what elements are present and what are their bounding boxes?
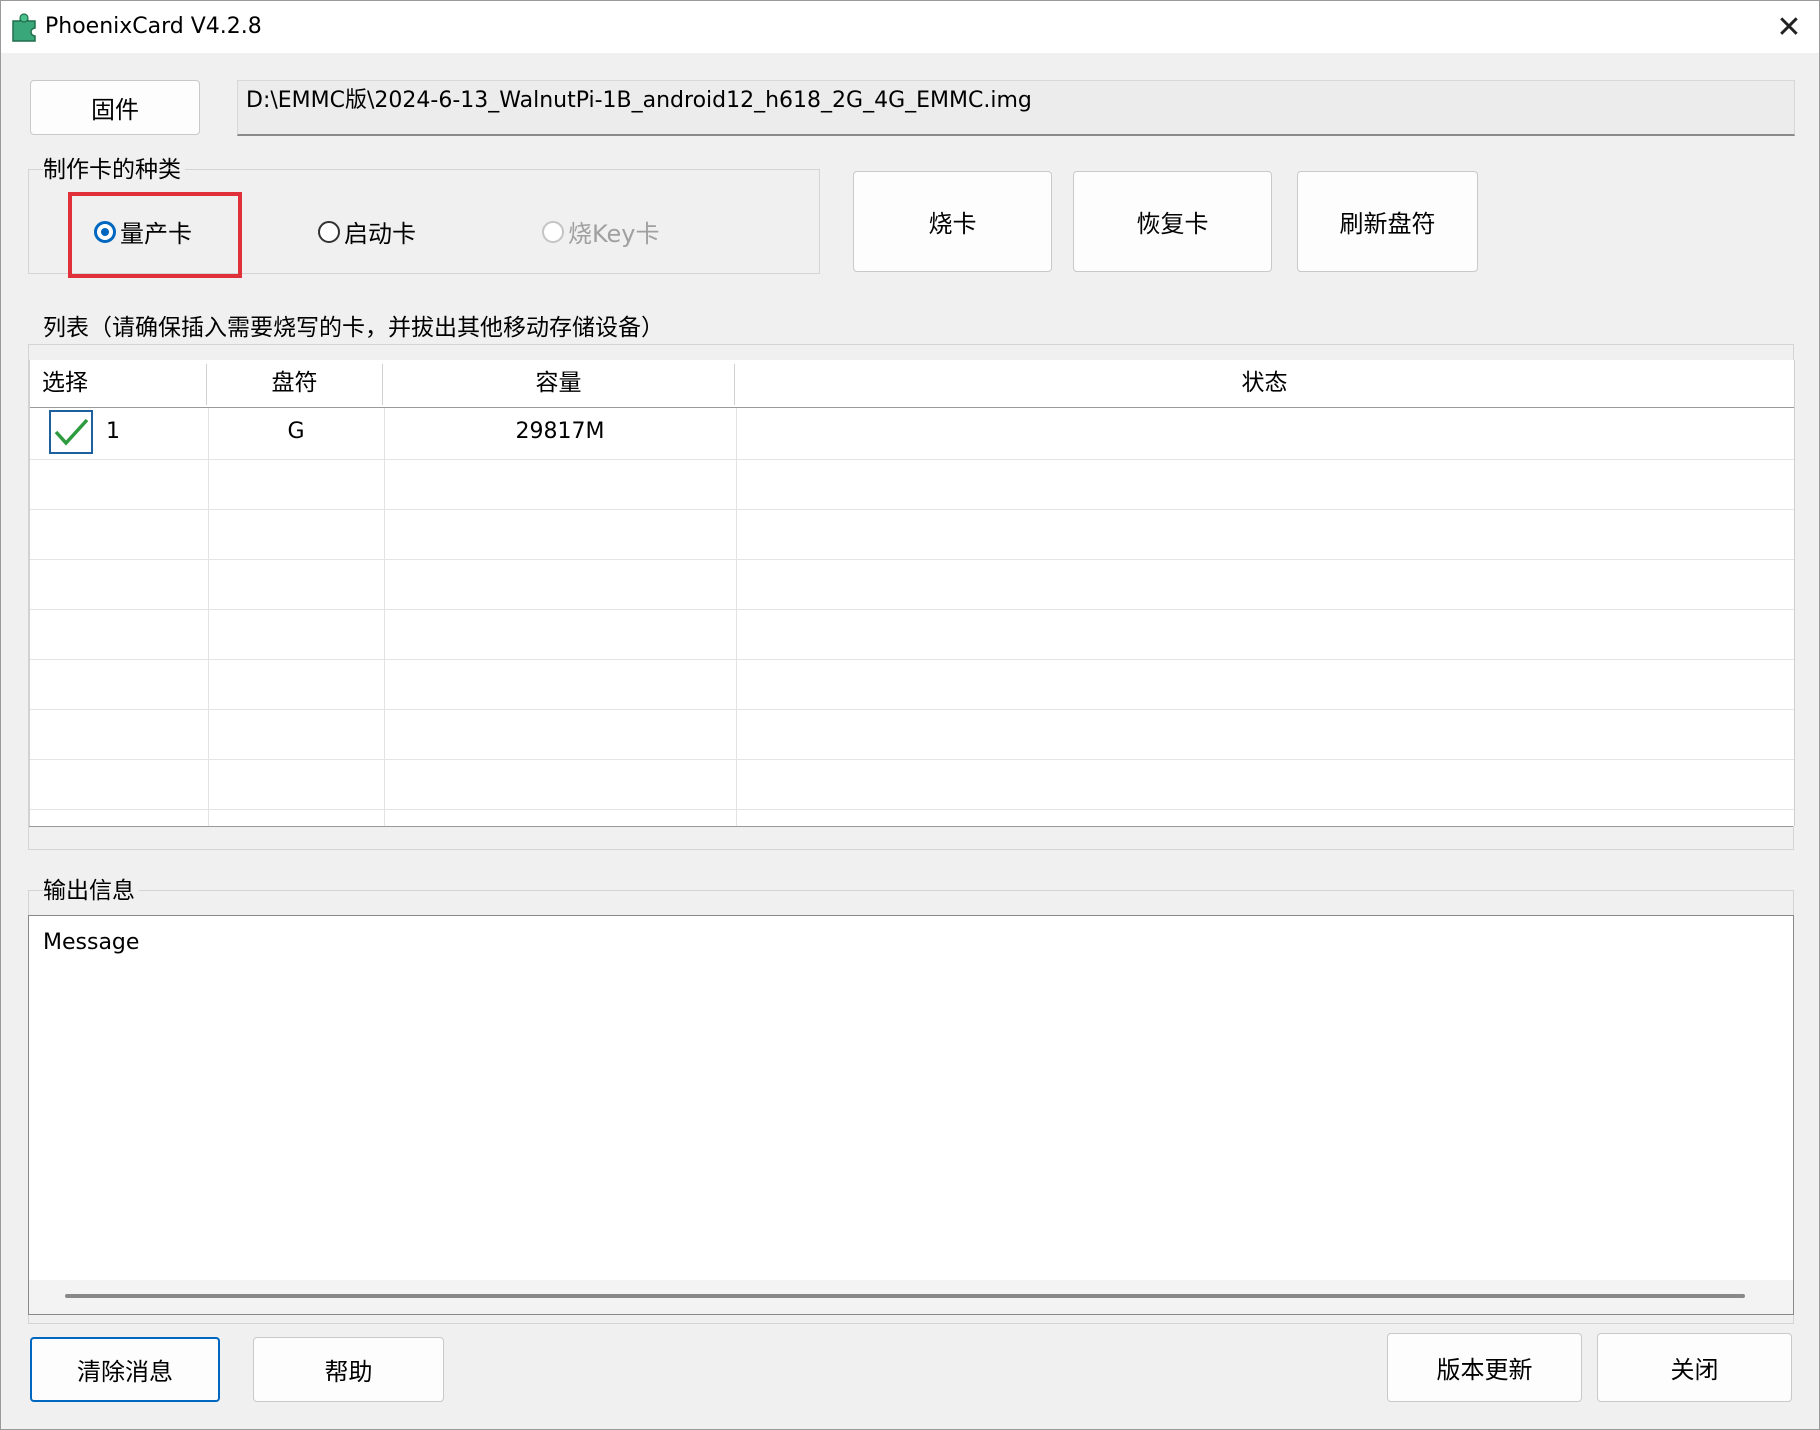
output-message-text: Message: [43, 930, 140, 955]
radio-label: 启动卡: [344, 220, 416, 248]
table-header: 选择 盘符 容量 状态: [30, 360, 1794, 408]
column-header-drive[interactable]: 盘符: [207, 360, 382, 407]
title-bar: PhoenixCard V4.2.8 ✕: [1, 1, 1819, 53]
burn-card-button[interactable]: 烧卡: [853, 171, 1052, 272]
help-button[interactable]: 帮助: [253, 1337, 444, 1402]
firmware-path-field[interactable]: D:\EMMC版\2024-6-13_WalnutPi-1B_android12…: [237, 80, 1795, 136]
radio-boot-card[interactable]: 启动卡: [318, 214, 416, 249]
device-table: 选择 盘符 容量 状态 1 G 29817M: [29, 360, 1795, 826]
output-legend: 输出信息: [43, 876, 139, 906]
phoenixcard-puzzle-icon: [12, 13, 36, 42]
row-capacity: 29817M: [515, 419, 605, 444]
radio-key-card: 烧Key卡: [542, 214, 660, 249]
refresh-drives-button[interactable]: 刷新盘符: [1297, 171, 1478, 272]
restore-card-button[interactable]: 恢复卡: [1073, 171, 1272, 272]
row-checkbox[interactable]: [49, 410, 93, 454]
row-drive: G: [287, 419, 305, 444]
column-header-select[interactable]: 选择: [30, 360, 206, 407]
checkmark-icon: [54, 418, 89, 446]
table-horizontal-scrollbar[interactable]: [29, 826, 1793, 849]
scrollbar-thumb[interactable]: [65, 1294, 1745, 1298]
radio-unselected-icon: [318, 220, 340, 243]
column-header-capacity[interactable]: 容量: [383, 360, 734, 407]
clear-messages-button[interactable]: 清除消息: [30, 1337, 220, 1402]
device-list-legend: 列表（请确保插入需要烧写的卡，并拔出其他移动存储设备）: [43, 313, 668, 343]
firmware-button[interactable]: 固件: [30, 80, 200, 135]
column-header-status[interactable]: 状态: [735, 360, 1794, 407]
radio-disabled-icon: [542, 220, 564, 243]
highlight-box: [68, 192, 242, 278]
version-update-button[interactable]: 版本更新: [1387, 1333, 1582, 1402]
row-index: 1: [106, 419, 120, 444]
output-message-area[interactable]: Message: [28, 915, 1794, 1315]
radio-label: 烧Key卡: [568, 220, 660, 248]
close-button[interactable]: 关闭: [1597, 1333, 1792, 1402]
card-type-legend: 制作卡的种类: [43, 155, 185, 185]
app-window: PhoenixCard V4.2.8 ✕ 固件 D:\EMMC版\2024-6-…: [0, 0, 1820, 1430]
output-horizontal-scrollbar[interactable]: [29, 1280, 1793, 1314]
close-window-icon[interactable]: ✕: [1761, 5, 1817, 49]
window-title: PhoenixCard V4.2.8: [45, 14, 262, 39]
